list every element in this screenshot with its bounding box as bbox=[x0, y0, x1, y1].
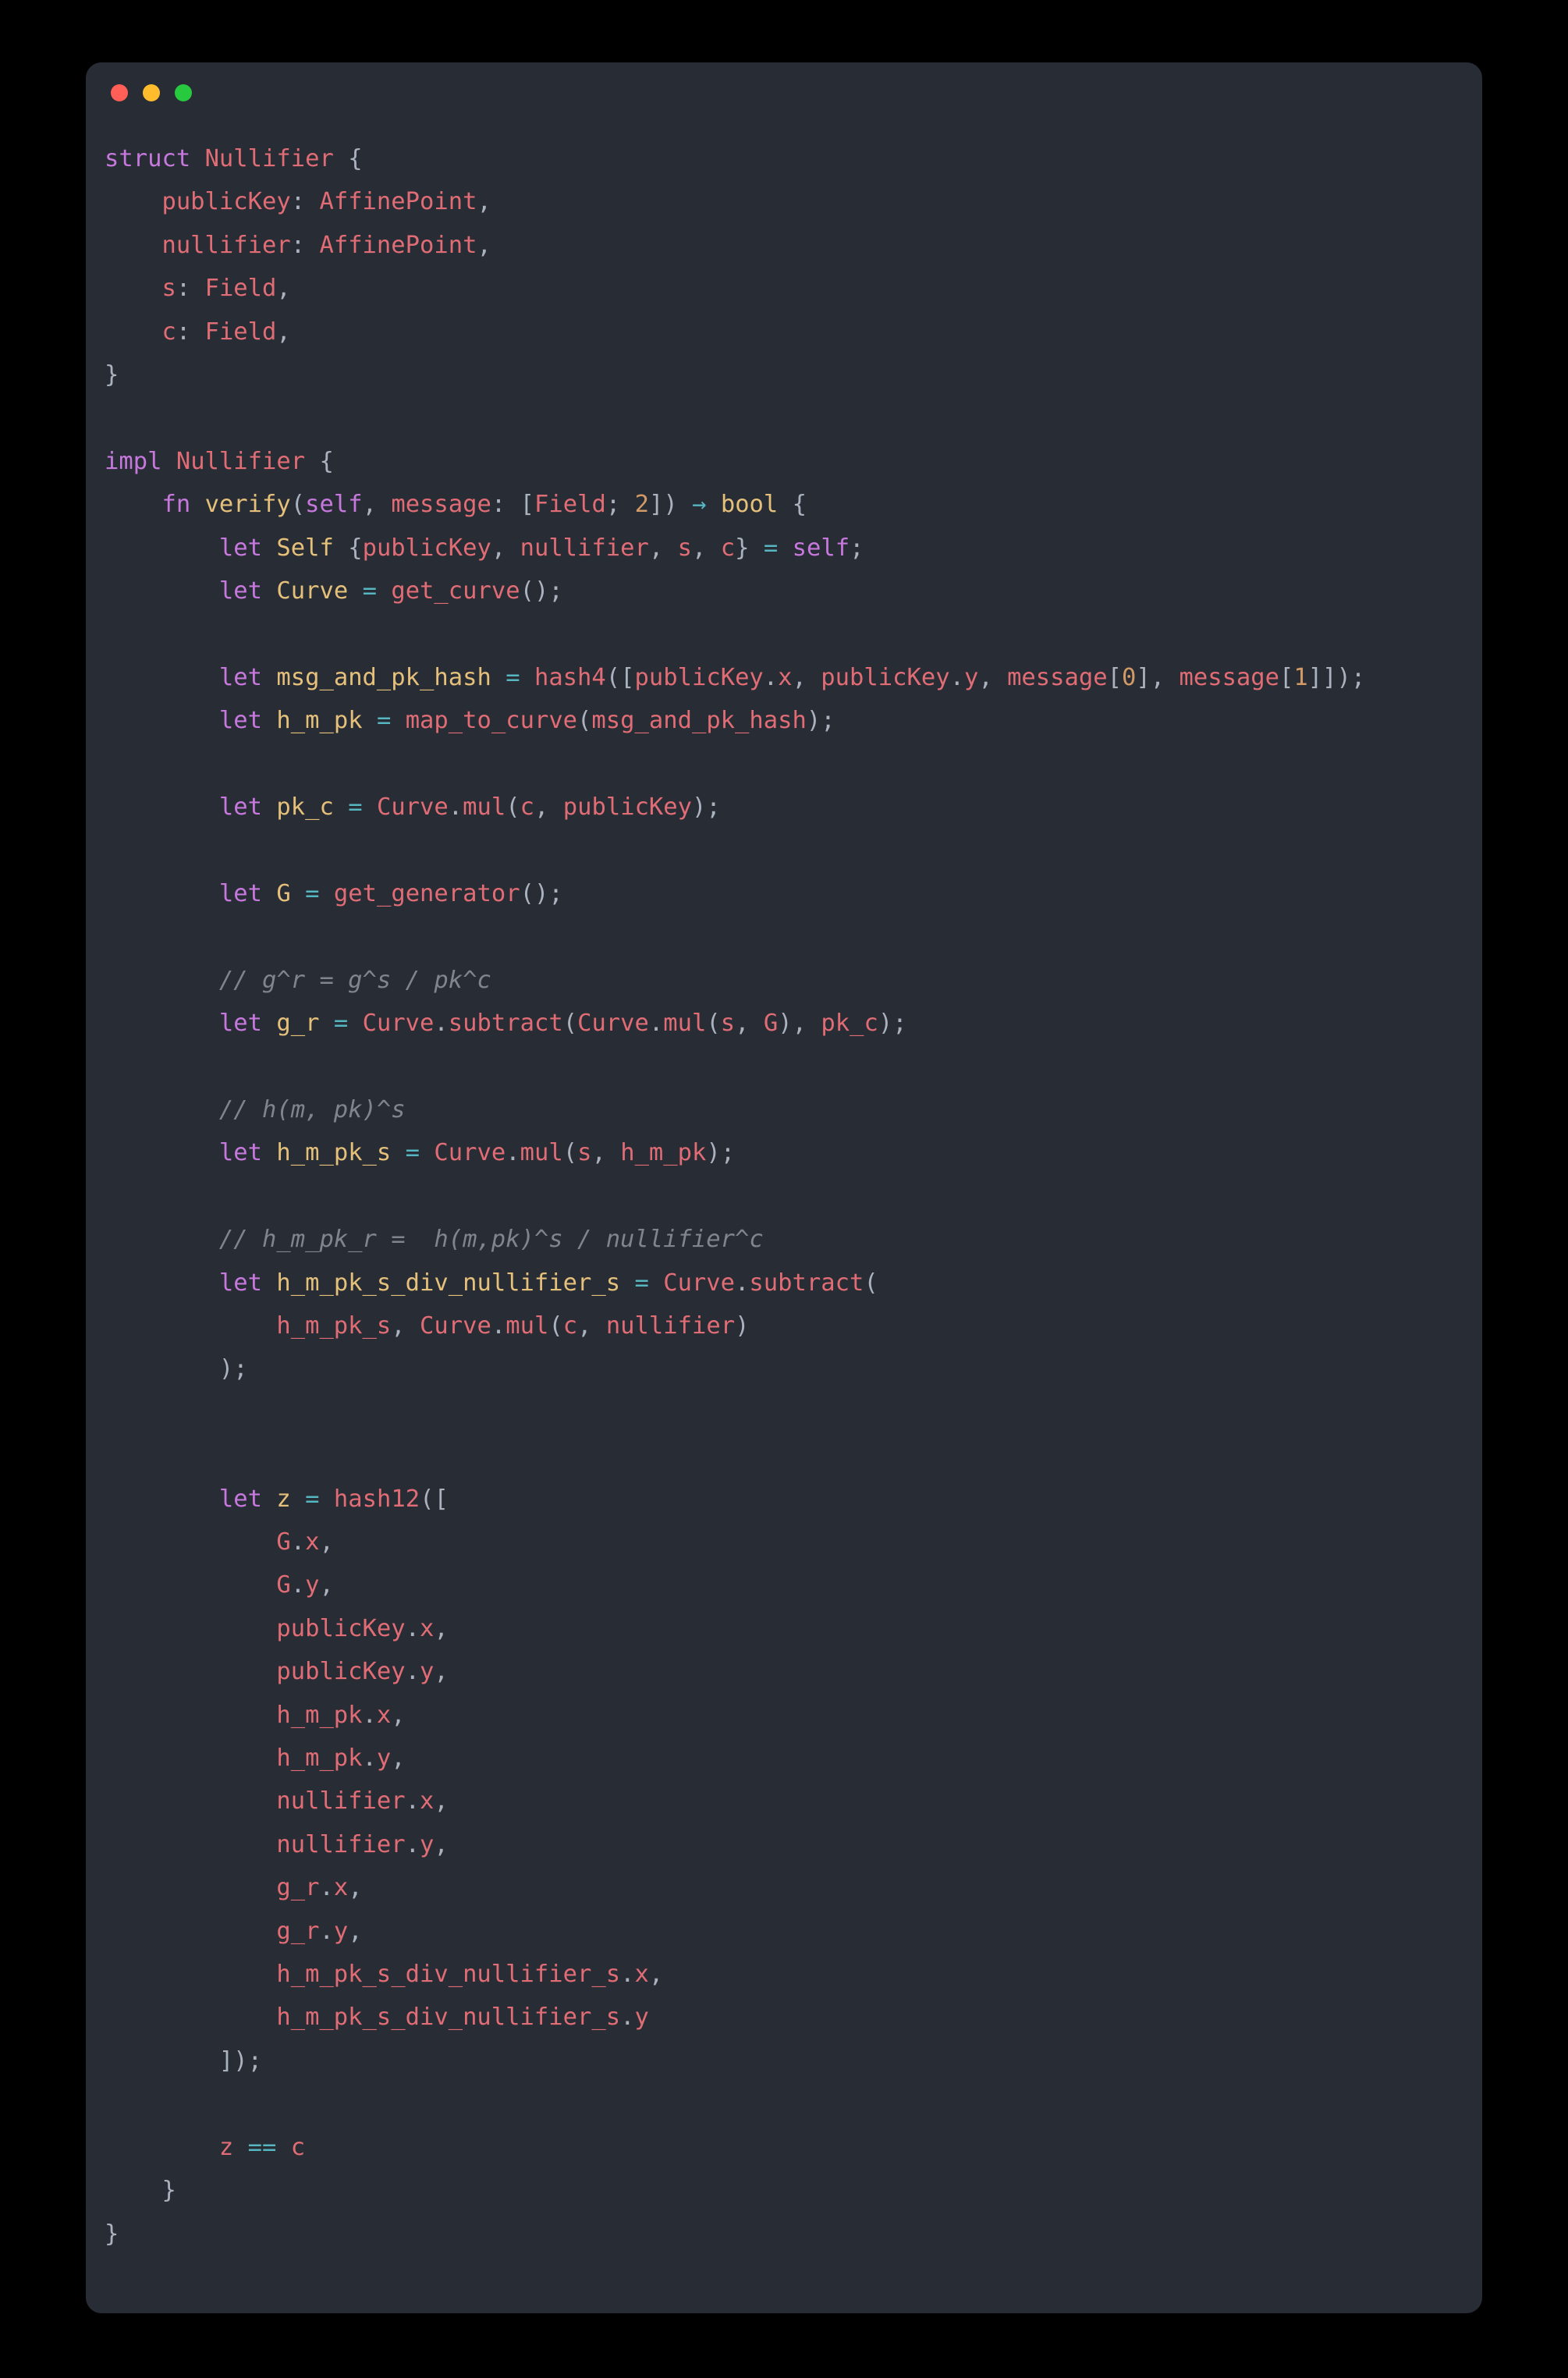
zoom-window-icon[interactable] bbox=[175, 84, 192, 101]
code-body: struct Nullifier { publicKey: AffinePoin… bbox=[86, 137, 1482, 2256]
code-window-card: struct Nullifier { publicKey: AffinePoin… bbox=[86, 62, 1482, 2313]
source-code-block[interactable]: struct Nullifier { publicKey: AffinePoin… bbox=[105, 137, 1463, 2256]
minimize-window-icon[interactable] bbox=[143, 84, 160, 101]
window-controls bbox=[111, 84, 192, 101]
close-window-icon[interactable] bbox=[111, 84, 128, 101]
